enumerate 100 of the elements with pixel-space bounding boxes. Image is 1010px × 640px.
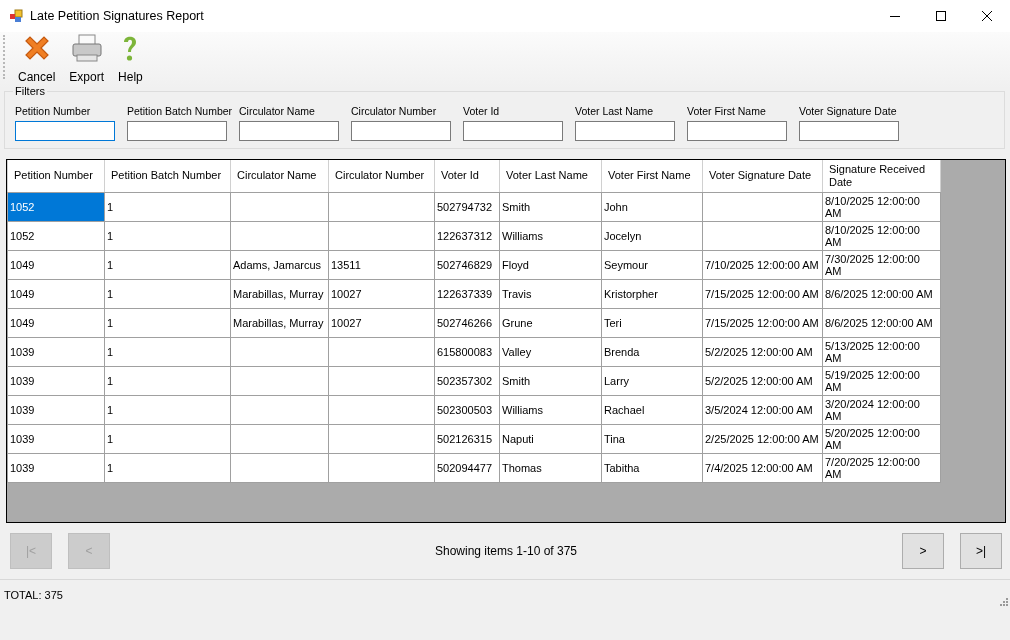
- table-cell: 8/10/2025 12:00:00 AM: [822, 192, 941, 221]
- field-label: Circulator Number: [351, 105, 438, 119]
- table-cell: Rachael: [601, 395, 703, 424]
- table-cell: 1052: [7, 221, 105, 250]
- table-cell: Teri: [601, 308, 703, 337]
- table-cell: Smith: [499, 366, 602, 395]
- table-cell: 1039: [7, 337, 105, 366]
- table-cell: 502794732: [434, 192, 500, 221]
- table-cell: Tabitha: [601, 453, 703, 482]
- table-cell: Grune: [499, 308, 602, 337]
- table-cell: 1: [104, 192, 231, 221]
- filter-field[interactable]: [351, 121, 451, 141]
- resize-grip-icon: [998, 596, 1008, 606]
- table-cell: 122637339: [434, 279, 500, 308]
- table-cell: Tina: [601, 424, 703, 453]
- table-cell: 502300503: [434, 395, 500, 424]
- group-title: Filters: [13, 85, 47, 97]
- field-label: Petition Batch Number: [127, 105, 234, 119]
- table-cell: 615800083: [434, 337, 500, 366]
- table-cell: Marabillas, Murray: [230, 279, 329, 308]
- table-cell: 1: [104, 424, 231, 453]
- table-cell: Thomas: [499, 453, 602, 482]
- table-cell: 1: [104, 453, 231, 482]
- field-label: Circulator Name: [239, 105, 316, 119]
- toolbar-button[interactable]: Cancel: [11, 32, 63, 84]
- table-cell: 5/20/2025 12:00:00 AM: [822, 424, 941, 453]
- table-cell: Floyd: [499, 250, 602, 279]
- table-cell: 8/10/2025 12:00:00 AM: [822, 221, 941, 250]
- table-cell: 1049: [7, 250, 105, 279]
- table-cell: 5/2/2025 12:00:00 AM: [702, 366, 823, 395]
- column-header[interactable]: Voter Signature Date: [702, 160, 823, 192]
- toolbar-button[interactable]: Help: [111, 32, 150, 84]
- table-cell: Naputi: [499, 424, 602, 453]
- table-cell: 1039: [7, 395, 105, 424]
- table-cell: 1: [104, 221, 231, 250]
- filter-field[interactable]: [575, 121, 675, 141]
- table-cell: 5/2/2025 12:00:00 AM: [702, 337, 823, 366]
- table-cell: 10027: [328, 308, 435, 337]
- table-cell: 502746829: [434, 250, 500, 279]
- field-label: Voter Id: [463, 105, 501, 119]
- table-cell: 7/30/2025 12:00:00 AM: [822, 250, 941, 279]
- table-cell: John: [601, 192, 703, 221]
- column-header[interactable]: Voter First Name: [601, 160, 703, 192]
- table-cell: Brenda: [601, 337, 703, 366]
- pager-button[interactable]: >|: [960, 533, 1002, 569]
- table-cell: 2/25/2025 12:00:00 AM: [702, 424, 823, 453]
- table-cell: 1: [104, 366, 231, 395]
- table-cell: Adams, Jamarcus: [230, 250, 329, 279]
- table-cell: 1: [104, 308, 231, 337]
- pager-button[interactable]: >: [902, 533, 944, 569]
- filter-field[interactable]: [687, 121, 787, 141]
- filter-field[interactable]: [15, 121, 115, 141]
- field-label: Voter Last Name: [575, 105, 655, 119]
- table-cell: 7/20/2025 12:00:00 AM: [822, 453, 941, 482]
- column-header[interactable]: Circulator Number: [328, 160, 435, 192]
- field-label: Voter Signature Date: [799, 105, 898, 119]
- table-cell: 7/15/2025 12:00:00 AM: [702, 308, 823, 337]
- table-cell: 7/10/2025 12:00:00 AM: [702, 250, 823, 279]
- table-cell: 5/19/2025 12:00:00 AM: [822, 366, 941, 395]
- table-cell: Smith: [499, 192, 602, 221]
- toolbar-button[interactable]: Export: [62, 32, 112, 84]
- filter-field[interactable]: [127, 121, 227, 141]
- filter-field[interactable]: [463, 121, 563, 141]
- pager-info: Showing items 1-10 of 375: [434, 544, 578, 558]
- table-cell: 1039: [7, 366, 105, 395]
- column-header[interactable]: Voter Id: [434, 160, 500, 192]
- column-header[interactable]: Signature Received Date: [822, 160, 941, 192]
- column-header[interactable]: Circulator Name: [230, 160, 329, 192]
- table-cell: Kristorpher: [601, 279, 703, 308]
- table-cell: Valley: [499, 337, 602, 366]
- table-cell: 8/6/2025 12:00:00 AM: [822, 308, 941, 337]
- table-cell: 5/13/2025 12:00:00 AM: [822, 337, 941, 366]
- app-icon: [9, 9, 23, 23]
- table-cell: 7/4/2025 12:00:00 AM: [702, 453, 823, 482]
- table-cell: 1: [104, 337, 231, 366]
- table-cell: 502126315: [434, 424, 500, 453]
- table-cell: 502094477: [434, 453, 500, 482]
- table-cell: 502357302: [434, 366, 500, 395]
- field-label: Voter First Name: [687, 105, 767, 119]
- filter-field[interactable]: [799, 121, 899, 141]
- column-header[interactable]: Voter Last Name: [499, 160, 602, 192]
- table-cell: Jocelyn: [601, 221, 703, 250]
- window-title: Late Petition Signatures Report: [30, 9, 204, 23]
- table-cell: 1039: [7, 453, 105, 482]
- field-label: Petition Number: [15, 105, 92, 119]
- table-cell: 1: [104, 250, 231, 279]
- table-cell: 1052: [7, 192, 105, 221]
- column-header[interactable]: Petition Number: [7, 160, 105, 192]
- table-cell: 1: [104, 395, 231, 424]
- table-cell: 1049: [7, 308, 105, 337]
- table-cell: 122637312: [434, 221, 500, 250]
- column-header[interactable]: Petition Batch Number: [104, 160, 231, 192]
- table-cell: 3/20/2024 12:00:00 AM: [822, 395, 941, 424]
- table-cell: Seymour: [601, 250, 703, 279]
- printer-icon: [70, 33, 103, 63]
- table-cell: 1: [104, 279, 231, 308]
- table-cell: Marabillas, Murray: [230, 308, 329, 337]
- table-cell: 13511: [328, 250, 435, 279]
- filter-field[interactable]: [239, 121, 339, 141]
- status-text: TOTAL: 375: [4, 589, 63, 601]
